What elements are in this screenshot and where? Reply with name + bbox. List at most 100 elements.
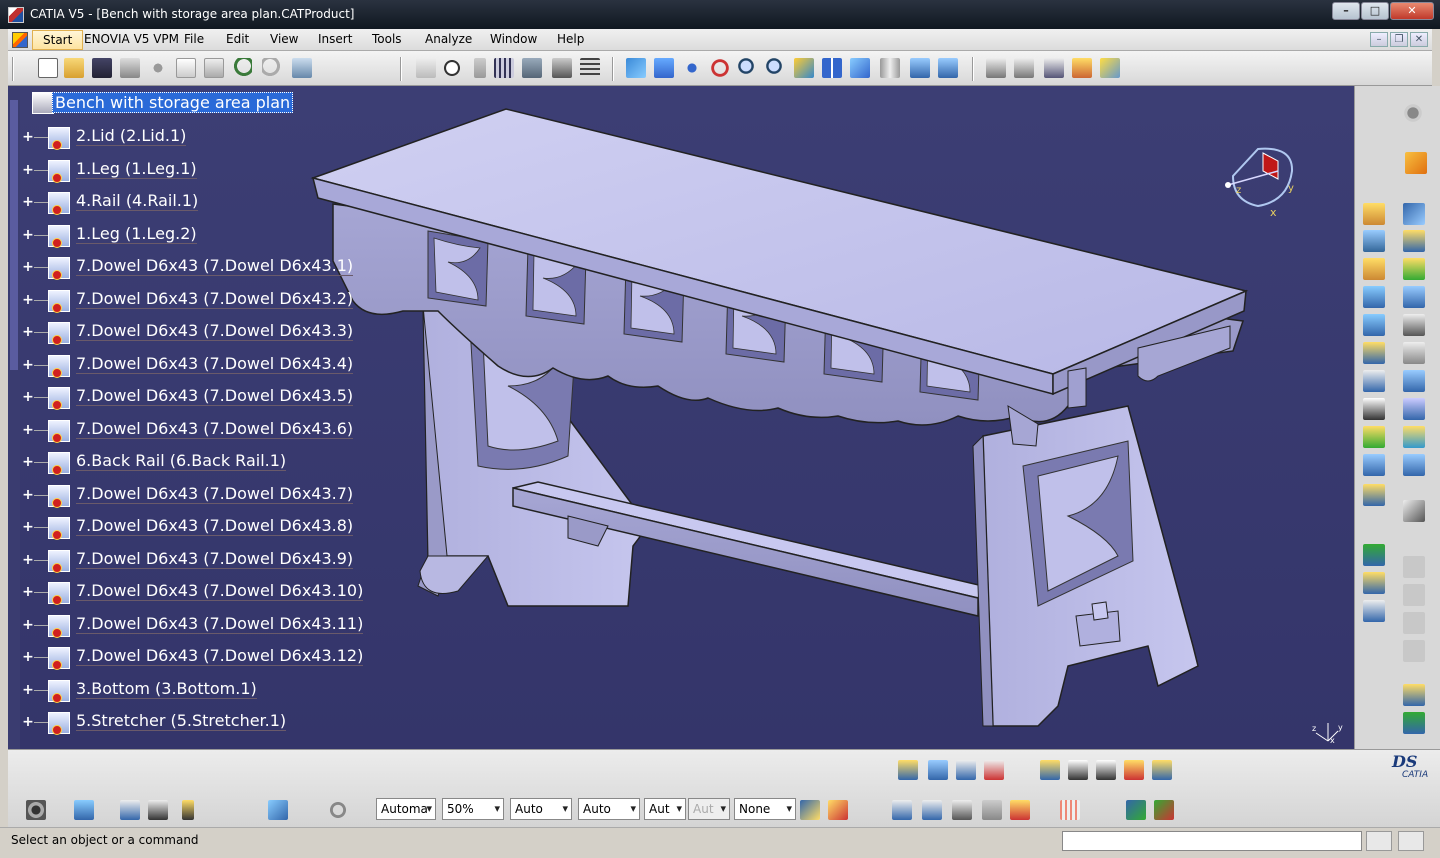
expand-icon[interactable]: + <box>22 228 34 242</box>
fit-all-icon[interactable] <box>654 58 674 78</box>
generate-numbering-icon[interactable] <box>1363 370 1385 392</box>
status-button-2[interactable] <box>1398 831 1424 851</box>
new-document-icon[interactable] <box>38 58 58 78</box>
specification-tree[interactable]: Bench with storage area plan +2.Lid (2.L… <box>8 86 368 749</box>
menu-file[interactable]: File <box>184 32 204 46</box>
scene-icon[interactable] <box>1363 544 1385 566</box>
menu-insert[interactable]: Insert <box>318 32 352 46</box>
swap-visible-space-icon[interactable] <box>938 58 958 78</box>
datum-icon[interactable] <box>982 800 1002 820</box>
constraint-tool-4-icon[interactable] <box>984 760 1004 780</box>
line-style-combo[interactable]: Auto <box>578 798 640 820</box>
expand-icon[interactable]: + <box>22 455 34 469</box>
view-tool-3-icon[interactable] <box>1096 760 1116 780</box>
view-tool-2-icon[interactable] <box>1068 760 1088 780</box>
bottle-icon[interactable] <box>182 800 194 820</box>
multi-instantiation-icon[interactable] <box>1363 454 1385 476</box>
new-part-icon[interactable] <box>1363 258 1385 280</box>
expand-icon[interactable]: + <box>22 520 34 534</box>
layer-combo[interactable]: Aut <box>644 798 686 820</box>
camera-icon[interactable] <box>26 800 46 820</box>
constraint-tool-2-icon[interactable] <box>928 760 948 780</box>
expand-icon[interactable]: + <box>22 618 34 632</box>
gear-icon[interactable] <box>1402 102 1424 124</box>
switch-view-1-icon[interactable] <box>1126 800 1146 820</box>
expand-icon[interactable]: + <box>22 163 34 177</box>
power-input-field[interactable] <box>1062 831 1362 851</box>
tree-icon[interactable] <box>522 58 542 78</box>
expand-icon[interactable]: + <box>22 585 34 599</box>
doc-close-button[interactable]: ✕ <box>1410 32 1428 47</box>
manage-representations-icon[interactable] <box>1363 426 1385 448</box>
fix-component-icon[interactable] <box>1403 454 1425 476</box>
pan-icon[interactable] <box>682 58 702 78</box>
material-icon[interactable] <box>828 800 848 820</box>
comment-icon[interactable] <box>442 58 462 78</box>
fly-mode-icon[interactable] <box>626 58 646 78</box>
new-component-icon[interactable] <box>1363 203 1385 225</box>
normal-view-icon[interactable] <box>794 58 814 78</box>
expand-icon[interactable]: + <box>22 293 34 307</box>
open-folder-icon[interactable] <box>64 58 84 78</box>
hide-show-icon[interactable] <box>910 58 930 78</box>
publication-icon[interactable] <box>1403 684 1425 706</box>
publish-icon[interactable] <box>1403 712 1425 734</box>
transparency-combo[interactable]: 50% <box>442 798 504 820</box>
flag-note-icon[interactable] <box>952 800 972 820</box>
contact-constraint-icon[interactable] <box>1403 370 1425 392</box>
stop-manipulate-on-clash-icon[interactable] <box>1403 314 1425 336</box>
expand-icon[interactable]: + <box>22 683 34 697</box>
update-icon[interactable] <box>1403 500 1425 522</box>
smart-move-icon[interactable] <box>1403 258 1425 280</box>
doc-restore-button[interactable]: ❐ <box>1390 32 1408 47</box>
expand-icon[interactable]: + <box>22 390 34 404</box>
record-icon[interactable] <box>74 800 94 820</box>
graph-tree-reorder-icon[interactable] <box>1363 342 1385 364</box>
line-type-combo[interactable]: Automa <box>376 798 436 820</box>
manipulation-icon[interactable] <box>1403 203 1425 225</box>
replace-component-icon[interactable] <box>1363 314 1385 336</box>
thickness-combo[interactable]: Auto <box>510 798 572 820</box>
text-with-leader-icon[interactable] <box>922 800 942 820</box>
expand-icon[interactable]: + <box>22 423 34 437</box>
status-button-1[interactable] <box>1366 831 1392 851</box>
menu-tools[interactable]: Tools <box>372 32 402 46</box>
shading-icon[interactable] <box>880 58 900 78</box>
undo-icon[interactable] <box>232 58 252 78</box>
catalog-browser-icon[interactable] <box>986 58 1006 78</box>
minimize-button[interactable]: – <box>1332 2 1360 20</box>
view-tool-5-icon[interactable] <box>1152 760 1172 780</box>
paste-icon[interactable] <box>204 58 224 78</box>
rendering-combo[interactable]: None <box>734 798 796 820</box>
paintbrush-icon[interactable] <box>800 800 820 820</box>
formula-icon[interactable] <box>416 58 436 78</box>
start-icon[interactable] <box>12 32 28 48</box>
scene-edit-icon[interactable] <box>1363 572 1385 594</box>
measure-inertia-icon[interactable] <box>148 800 168 820</box>
refresh-icon[interactable] <box>328 800 348 820</box>
selective-load-icon[interactable] <box>1363 398 1385 420</box>
compass-widget[interactable]: x y z <box>1208 141 1308 231</box>
stamp-icon[interactable] <box>1010 800 1030 820</box>
expand-icon[interactable]: + <box>22 260 34 274</box>
zoom-in-icon[interactable] <box>738 58 758 78</box>
dimension-icon[interactable] <box>892 800 912 820</box>
rotate-icon[interactable] <box>710 58 730 78</box>
multi-view-icon[interactable] <box>822 58 842 78</box>
doc-minimize-button[interactable]: – <box>1370 32 1388 47</box>
close-button[interactable]: ✕ <box>1390 2 1434 20</box>
menu-window[interactable]: Window <box>490 32 537 46</box>
expand-icon[interactable]: + <box>22 553 34 567</box>
expand-icon[interactable]: + <box>22 650 34 664</box>
redo-icon[interactable] <box>262 58 282 78</box>
copy-icon[interactable] <box>176 58 196 78</box>
measure-distance-icon[interactable] <box>120 800 140 820</box>
menu-help[interactable]: Help <box>557 32 584 46</box>
fast-multi-instantiation-icon[interactable] <box>1363 484 1385 506</box>
menu-enovia[interactable]: ENOVIA V5 VPM <box>84 32 179 46</box>
snap-icon[interactable] <box>1403 230 1425 252</box>
view-tool-4-icon[interactable] <box>1124 760 1144 780</box>
expand-icon[interactable]: + <box>22 358 34 372</box>
tree-scrollbar[interactable] <box>8 86 20 749</box>
explode-icon[interactable] <box>1403 286 1425 308</box>
